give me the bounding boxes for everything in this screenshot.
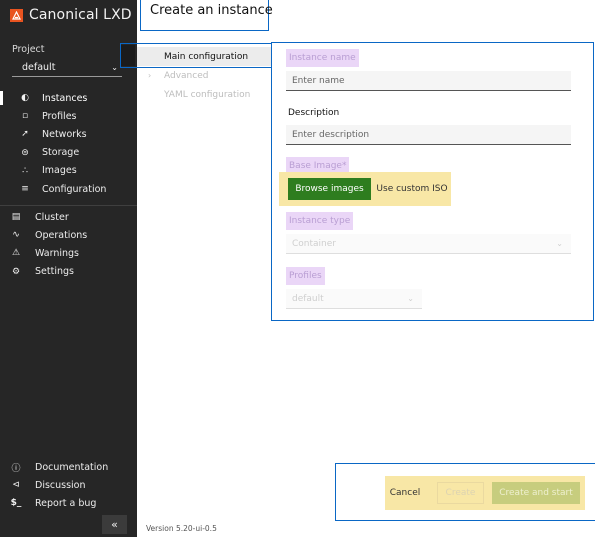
page-title: Create an instance <box>150 3 273 18</box>
lxd-logo-icon <box>10 8 23 22</box>
profiles-label: Profiles <box>286 267 325 285</box>
sidebar-item-configuration[interactable]: ≡ Configuration <box>0 180 137 198</box>
chevron-down-icon: ⌄ <box>556 239 563 248</box>
profiles-select[interactable]: default ⌄ <box>286 289 422 309</box>
menu-item-label: YAML configuration <box>164 89 251 100</box>
profiles-icon: ▫ <box>21 111 29 122</box>
global-nav: ▤ Cluster ∿ Operations ⚠ Warnings ⚙ Sett… <box>0 208 137 281</box>
version-label: Version 5.20-ui-0.5 <box>146 524 217 533</box>
sidebar-item-label: Documentation <box>35 461 109 473</box>
sidebar-item-documentation[interactable]: ⓘ Documentation <box>0 458 137 476</box>
instance-type-select[interactable]: Container ⌄ <box>286 234 571 254</box>
menu-item-yaml-configuration[interactable]: YAML configuration <box>137 85 271 104</box>
sidebar-item-label: Networks <box>42 128 87 140</box>
create-and-start-button[interactable]: Create and start <box>492 482 580 504</box>
sidebar-item-settings[interactable]: ⚙ Settings <box>0 263 137 281</box>
menu-item-advanced[interactable]: › Advanced <box>137 66 271 85</box>
create-button[interactable]: Create <box>437 482 484 504</box>
share-icon: ⊲ <box>12 480 20 491</box>
images-icon: ∴ <box>22 165 28 176</box>
sidebar-item-label: Operations <box>35 229 88 241</box>
sidebar-item-label: Settings <box>35 266 74 278</box>
sidebar: Canonical LXD Project default ⌄ ◐ Instan… <box>0 0 137 537</box>
menu-item-label: Main configuration <box>164 51 249 62</box>
project-value: default <box>22 61 56 73</box>
storage-icon: ⊜ <box>21 147 29 158</box>
chevron-down-icon: ⌄ <box>111 62 118 72</box>
sidebar-item-label: Profiles <box>42 110 77 122</box>
sidebar-item-label: Storage <box>42 147 80 159</box>
cancel-button[interactable]: Cancel <box>389 482 421 504</box>
project-select[interactable]: default ⌄ <box>12 58 122 77</box>
description-placeholder: Enter description <box>292 129 370 140</box>
collapse-icon: « <box>111 518 118 531</box>
sidebar-item-label: Cluster <box>35 211 69 223</box>
instances-icon: ◐ <box>21 93 29 104</box>
sidebar-item-discussion[interactable]: ⊲ Discussion <box>0 476 137 494</box>
project-label: Project <box>12 44 45 55</box>
menu-item-label: Advanced <box>164 70 209 81</box>
instance-type-value: Container <box>292 238 336 249</box>
description-input[interactable]: Enter description <box>286 125 571 145</box>
chevron-down-icon: ⌄ <box>407 294 414 303</box>
instance-name-input[interactable]: Enter name <box>286 71 571 91</box>
project-nav: ◐ Instances ▫ Profiles ➚ Networks ⊜ Stor… <box>0 89 137 198</box>
sidebar-item-warnings[interactable]: ⚠ Warnings <box>0 244 137 262</box>
sidebar-item-instances[interactable]: ◐ Instances <box>0 89 137 107</box>
sidebar-divider <box>0 205 137 206</box>
cluster-icon: ▤ <box>11 212 21 223</box>
menu-marker <box>121 45 135 66</box>
configuration-icon: ≡ <box>21 184 29 195</box>
config-menu: Main configuration › Advanced YAML confi… <box>137 47 271 104</box>
sidebar-item-report-bug[interactable]: $_ Report a bug <box>0 494 137 512</box>
sidebar-item-label: Instances <box>42 92 88 104</box>
instance-name-placeholder: Enter name <box>292 75 345 86</box>
sidebar-item-label: Discussion <box>35 479 86 491</box>
sidebar-item-cluster[interactable]: ▤ Cluster <box>0 208 137 226</box>
browse-images-button[interactable]: Browse images <box>288 178 371 200</box>
brand[interactable]: Canonical LXD <box>10 2 132 28</box>
use-custom-iso-button[interactable]: Use custom ISO <box>376 178 448 200</box>
info-icon: ⓘ <box>11 463 21 474</box>
sidebar-item-label: Report a bug <box>35 497 97 509</box>
sidebar-item-label: Images <box>42 165 77 177</box>
sidebar-item-profiles[interactable]: ▫ Profiles <box>0 107 137 125</box>
profiles-value: default <box>292 293 324 304</box>
sidebar-item-images[interactable]: ∴ Images <box>0 162 137 180</box>
instance-type-label: Instance type <box>286 212 354 230</box>
networks-icon: ➚ <box>21 129 29 140</box>
sidebar-item-label: Warnings <box>35 247 80 259</box>
terminal-icon: $_ <box>10 498 22 509</box>
sidebar-item-label: Configuration <box>42 183 107 195</box>
operations-icon: ∿ <box>12 230 20 241</box>
sidebar-item-networks[interactable]: ➚ Networks <box>0 125 137 143</box>
help-nav: ⓘ Documentation ⊲ Discussion $_ Report a… <box>0 458 137 513</box>
description-label: Description <box>288 108 340 118</box>
brand-name: Canonical LXD <box>29 7 132 23</box>
gear-icon: ⚙ <box>11 266 21 277</box>
warning-icon: ⚠ <box>11 248 21 259</box>
menu-item-main-configuration[interactable]: Main configuration <box>137 47 271 66</box>
sidebar-item-operations[interactable]: ∿ Operations <box>0 226 137 244</box>
collapse-sidebar-button[interactable]: « <box>102 515 127 534</box>
instance-name-label: Instance name <box>286 49 359 67</box>
sidebar-item-storage[interactable]: ⊜ Storage <box>0 144 137 162</box>
chevron-right-icon: › <box>148 71 152 80</box>
